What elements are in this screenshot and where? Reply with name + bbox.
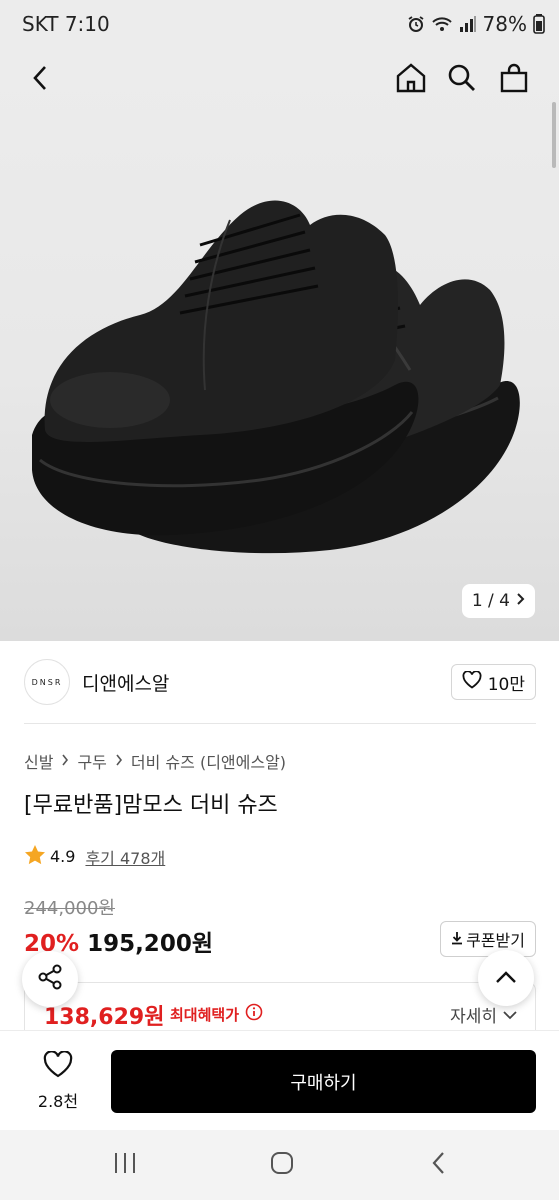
product-title: [무료반품]맘모스 더비 슈즈 <box>24 793 278 818</box>
cart-button[interactable] <box>494 60 534 100</box>
coupon-label: 쿠폰받기 <box>466 931 525 950</box>
back-system-button[interactable] <box>418 1150 458 1180</box>
breadcrumb-item[interactable]: 더비 슈즈 (디앤에스알) <box>131 749 286 773</box>
heart-icon <box>462 669 482 694</box>
coupon-button[interactable]: 쿠폰받기 <box>440 921 536 957</box>
battery-icon <box>533 14 545 34</box>
home-system-button[interactable] <box>262 1150 302 1180</box>
chevron-right-icon <box>516 591 525 611</box>
bottom-purchase-bar: 2.8천 구매하기 <box>0 1030 559 1130</box>
image-counter-label: 1 / 4 <box>471 591 510 611</box>
breadcrumb-item[interactable]: 신발 <box>24 749 53 773</box>
battery-percent: 78% <box>482 12 527 36</box>
search-icon <box>447 63 477 97</box>
brand-logo-text: DNSR <box>31 677 63 687</box>
back-arrow-icon <box>431 1151 445 1179</box>
wifi-icon <box>431 15 453 33</box>
scrollbar-thumb[interactable] <box>552 102 556 168</box>
recent-apps-icon <box>113 1152 137 1178</box>
brand-like-count: 10만 <box>487 674 525 695</box>
review-count-link[interactable]: 후기 478개 <box>85 845 165 869</box>
sale-price: 195,200원 <box>87 931 213 957</box>
home-circle-icon <box>270 1151 294 1179</box>
product-image-gallery[interactable]: 1 / 4 <box>0 50 559 641</box>
chevron-right-icon <box>115 752 123 770</box>
detail-label: 자세히 <box>450 1007 497 1027</box>
heart-icon <box>43 1050 73 1082</box>
share-icon <box>36 963 64 995</box>
download-icon <box>451 930 463 949</box>
buy-button[interactable]: 구매하기 <box>111 1050 536 1113</box>
recent-apps-button[interactable] <box>105 1150 145 1180</box>
top-nav <box>0 50 559 168</box>
brand-row: DNSR 디앤에스알 10만 <box>0 641 559 723</box>
product-image <box>32 200 520 554</box>
wishlist-count: 2.8천 <box>37 1092 79 1111</box>
signal-icon <box>459 15 477 33</box>
rating-value: 4.9 <box>50 847 76 866</box>
brand-logo[interactable]: DNSR <box>24 659 70 705</box>
rating-row: 4.9 후기 478개 <box>24 844 165 869</box>
original-price: 244,000원 <box>24 898 115 919</box>
search-button[interactable] <box>442 60 482 100</box>
breadcrumb: 신발 구두 더비 슈즈 (디앤에스알) <box>24 749 286 773</box>
breadcrumb-item[interactable]: 구두 <box>77 749 106 773</box>
chevron-right-icon <box>61 752 69 770</box>
star-icon <box>24 844 46 869</box>
status-bar: SKT 7:10 78% <box>0 0 559 50</box>
divider <box>24 723 536 724</box>
brand-name[interactable]: 디앤에스알 <box>82 669 169 696</box>
max-benefit-label-group: 최대혜택가 <box>170 1003 263 1025</box>
info-icon[interactable] <box>245 1003 263 1025</box>
home-button[interactable] <box>391 60 431 100</box>
home-icon <box>395 63 427 97</box>
back-button[interactable] <box>20 60 60 100</box>
share-button[interactable] <box>22 951 78 1007</box>
shopping-bag-icon <box>499 63 529 97</box>
alarm-icon <box>407 15 425 33</box>
chevron-left-icon <box>32 65 48 95</box>
wishlist-button[interactable]: 2.8천 <box>28 1050 88 1112</box>
scroll-to-top-button[interactable] <box>478 950 534 1006</box>
chevron-down-icon <box>503 1005 517 1025</box>
image-counter[interactable]: 1 / 4 <box>461 584 535 618</box>
status-icons: 78% <box>407 12 545 36</box>
brand-like-button[interactable]: 10만 <box>450 664 536 700</box>
system-nav-bar <box>0 1130 559 1200</box>
max-benefit-label: 최대혜택가 <box>170 1005 240 1024</box>
status-time: SKT 7:10 <box>22 12 110 36</box>
chevron-up-icon <box>495 969 517 988</box>
